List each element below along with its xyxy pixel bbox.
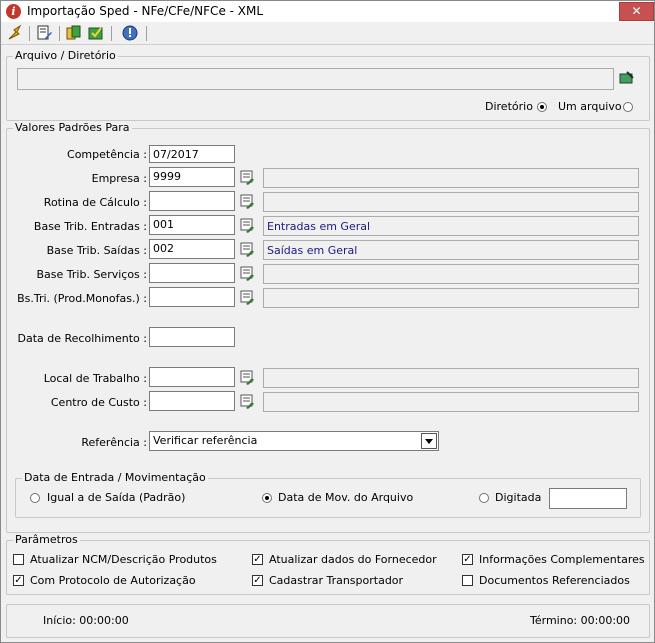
- edit-icon[interactable]: [35, 24, 53, 42]
- valores-group: Valores Padrões Para Competência : 07/20…: [6, 121, 650, 533]
- path-field[interactable]: [17, 68, 614, 90]
- app-icon: i: [6, 4, 21, 19]
- base-entradas-desc: Entradas em Geral: [263, 216, 639, 236]
- centro-custo-input[interactable]: [149, 391, 235, 411]
- local-trabalho-label: Local de Trabalho :: [43, 372, 147, 385]
- competencia-input[interactable]: 07/2017: [149, 145, 235, 163]
- atualizar-fornecedor-checkbox[interactable]: ✓: [252, 554, 263, 565]
- competencia-label: Competência :: [67, 148, 147, 161]
- data-recolhimento-input[interactable]: [149, 327, 235, 347]
- referencia-selected-value: Verificar referência: [153, 434, 258, 447]
- inicio-time: Início: 00:00:00: [43, 614, 129, 627]
- base-monofas-input[interactable]: [149, 287, 235, 307]
- base-servicos-desc: [263, 264, 639, 284]
- protocolo-autorizacao-checkbox[interactable]: ✓: [13, 575, 24, 586]
- parametros-legend: Parâmetros: [13, 533, 80, 546]
- centro-custo-desc: [263, 392, 639, 412]
- main-window: i Importação Sped - NFe/CFe/NFCe - XML ✕…: [0, 0, 655, 643]
- informacoes-complementares-label: Informações Complementares: [479, 553, 645, 566]
- atualizar-ncm-checkbox[interactable]: [13, 554, 24, 565]
- base-entradas-lookup-icon[interactable]: [240, 217, 256, 233]
- empresa-label: Empresa :: [91, 172, 147, 185]
- diretorio-radio[interactable]: [537, 102, 547, 112]
- centro-custo-lookup-icon[interactable]: [240, 393, 256, 409]
- referencia-label: Referência :: [81, 436, 147, 449]
- referencia-select[interactable]: Verificar referência: [149, 431, 439, 451]
- um-arquivo-label: Um arquivo: [558, 100, 622, 113]
- base-entradas-input[interactable]: 001: [149, 215, 235, 235]
- termino-time: Término: 00:00:00: [530, 614, 631, 627]
- base-saidas-input[interactable]: 002: [149, 239, 235, 259]
- digitada-label: Digitada: [495, 491, 542, 504]
- toolbar-separator: [146, 26, 147, 41]
- um-arquivo-radio[interactable]: [623, 102, 633, 112]
- base-servicos-input[interactable]: [149, 263, 235, 283]
- base-monofas-desc: [263, 288, 639, 308]
- title-bar: i Importação Sped - NFe/CFe/NFCe - XML ✕: [1, 1, 654, 22]
- igual-saida-label: Igual a de Saída (Padrão): [47, 491, 186, 504]
- base-saidas-lookup-icon[interactable]: [240, 241, 256, 257]
- toolbar: [1, 22, 654, 45]
- local-trabalho-lookup-icon[interactable]: [240, 369, 256, 385]
- base-servicos-label: Base Trib. Serviços :: [36, 268, 148, 281]
- empresa-input[interactable]: 9999: [149, 167, 235, 187]
- arquivo-legend: Arquivo / Diretório: [13, 49, 118, 62]
- toolbar-separator: [59, 26, 60, 41]
- save-icon[interactable]: [87, 24, 105, 42]
- parametros-group: Parâmetros Atualizar NCM/Descrição Produ…: [6, 533, 650, 595]
- base-entradas-label: Base Trib. Entradas :: [33, 220, 147, 233]
- documentos-referenciados-checkbox[interactable]: [462, 575, 473, 586]
- arquivo-group: Arquivo / Diretório Diretório Um arquivo: [6, 49, 650, 121]
- base-saidas-desc: Saídas em Geral: [263, 240, 639, 260]
- diretorio-label: Diretório: [485, 100, 533, 113]
- toolbar-separator: [29, 26, 30, 41]
- local-trabalho-input[interactable]: [149, 367, 235, 387]
- centro-custo-label: Centro de Custo :: [50, 396, 147, 409]
- close-button[interactable]: ✕: [619, 2, 654, 21]
- base-monofas-lookup-icon[interactable]: [240, 289, 256, 305]
- local-trabalho-desc: [263, 368, 639, 388]
- cadastrar-transportador-checkbox[interactable]: ✓: [252, 575, 263, 586]
- digitada-input[interactable]: [549, 488, 627, 509]
- cadastrar-transportador-label: Cadastrar Transportador: [269, 574, 404, 587]
- status-bar: Início: 00:00:00 Término: 00:00:00: [6, 604, 650, 638]
- valores-legend: Valores Padrões Para: [13, 121, 132, 134]
- data-mov-arquivo-radio[interactable]: [262, 493, 272, 503]
- data-mov-arquivo-label: Data de Mov. do Arquivo: [278, 491, 414, 504]
- digitada-radio[interactable]: [479, 493, 489, 503]
- atualizar-fornecedor-label: Atualizar dados do Fornecedor: [269, 553, 437, 566]
- copy-icon[interactable]: [65, 24, 83, 42]
- empresa-lookup-icon[interactable]: [240, 169, 256, 185]
- base-saidas-label: Base Trib. Saídas :: [46, 244, 147, 257]
- informacoes-complementares-checkbox[interactable]: ✓: [462, 554, 473, 565]
- folder-browse-icon[interactable]: [619, 70, 635, 86]
- protocolo-autorizacao-label: Com Protocolo de Autorização: [30, 574, 196, 587]
- base-monofas-label: Bs.Tri. (Prod.Monofas.) :: [17, 292, 147, 305]
- documentos-referenciados-label: Documentos Referenciados: [479, 574, 630, 587]
- rotina-desc: [263, 192, 639, 212]
- empresa-desc: [263, 168, 639, 188]
- chevron-down-icon[interactable]: [421, 433, 437, 449]
- data-entrada-legend: Data de Entrada / Movimentação: [22, 471, 208, 484]
- igual-saida-radio[interactable]: [30, 493, 40, 503]
- data-entrada-group: Data de Entrada / Movimentação Igual a d…: [15, 471, 641, 518]
- rotina-lookup-icon[interactable]: [240, 193, 256, 209]
- rotina-label: Rotina de Cálculo :: [43, 196, 147, 209]
- atualizar-ncm-label: Atualizar NCM/Descrição Produtos: [30, 553, 217, 566]
- info-icon[interactable]: [121, 24, 139, 42]
- data-recolhimento-label: Data de Recolhimento :: [17, 332, 148, 345]
- rotina-input[interactable]: [149, 191, 235, 211]
- base-servicos-lookup-icon[interactable]: [240, 265, 256, 281]
- run-icon[interactable]: [6, 24, 24, 42]
- window-title: Importação Sped - NFe/CFe/NFCe - XML: [27, 4, 264, 18]
- toolbar-separator: [111, 26, 112, 41]
